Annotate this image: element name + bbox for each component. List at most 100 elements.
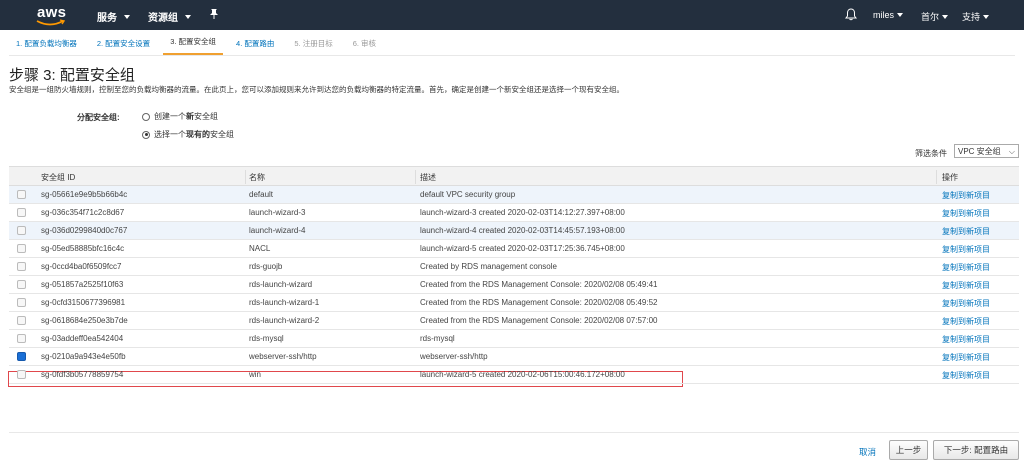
cell-name: default (249, 190, 274, 199)
cell-description: launch-wizard-5 created 2020-02-06T15:00… (420, 370, 625, 379)
radio-create-new-bold: 新 (186, 112, 194, 121)
table-row[interactable]: sg-051857a2525f10f63 rds-launch-wizard Cre… (9, 276, 1019, 294)
radio-create-new[interactable]: 创建一个新安全组 (142, 111, 218, 122)
radio-select-existing-prefix: 选择一个 (154, 130, 186, 139)
radio-select-existing-label: 选择一个现有的安全组 (154, 129, 234, 140)
aws-logo[interactable]: aws (34, 3, 74, 27)
table-row[interactable]: sg-0fdf3b05778859754 win launch-wizard-5 c… (9, 366, 1019, 384)
cell-description: webserver-ssh/http (420, 352, 488, 361)
column-divider (245, 170, 246, 184)
radio-select-existing-bold: 现有的 (186, 130, 210, 139)
cell-security-group-id: sg-03addeff0ea542404 (41, 334, 124, 343)
page-description: 安全组是一组防火墙规则，控制至您的负载均衡器的流量。在此页上，您可以添加规则来允… (9, 85, 624, 94)
copy-to-new-link[interactable]: 复制到新项目 (942, 244, 990, 255)
radio-select-existing-suffix: 安全组 (210, 130, 234, 139)
cell-name: launch-wizard-4 (249, 226, 306, 235)
next-configure-routing-button[interactable]: 下一步: 配置路由 (933, 440, 1019, 460)
previous-button[interactable]: 上一步 (889, 440, 928, 460)
row-checkbox[interactable] (17, 208, 26, 217)
region-menu-label: 首尔 (921, 12, 940, 22)
table-body: sg-05661e9e9b5b66b4c default default VPC s… (8, 186, 1019, 387)
row-checkbox[interactable] (17, 226, 26, 235)
cell-description: Created from the RDS Management Console:… (420, 316, 658, 325)
row-checkbox[interactable] (17, 370, 26, 379)
cell-description: rds-mysql (420, 334, 455, 343)
column-header-description[interactable]: 描述 (420, 172, 436, 183)
footer-divider (9, 432, 1019, 433)
services-menu-label: 服务 (97, 13, 117, 24)
table-row[interactable]: sg-0cfd3150677396981 rds-launch-wizard-1 C… (9, 294, 1019, 312)
copy-to-new-link[interactable]: 复制到新项目 (942, 316, 990, 327)
table-row[interactable]: sg-0ccd4ba0f6509fcc7 rds-guojb Created by … (9, 258, 1019, 276)
cell-security-group-id: sg-0ccd4ba0f6509fcc7 (41, 262, 122, 271)
pin-icon (210, 9, 218, 19)
pin-button[interactable] (209, 8, 219, 20)
user-menu[interactable]: miles (873, 10, 904, 20)
column-header-actions: 操作 (942, 173, 958, 182)
row-checkbox[interactable] (17, 352, 26, 361)
region-menu[interactable]: 首尔 (921, 10, 949, 23)
copy-to-new-link[interactable]: 复制到新项目 (942, 262, 990, 273)
step-configure-security-settings[interactable]: 2. 配置安全设置 (90, 34, 157, 55)
filter-label: 筛选条件 (915, 149, 947, 158)
table-row[interactable]: sg-0618684e250e3b7de rds-launch-wizard-2 C… (9, 312, 1019, 330)
step-configure-load-balancer[interactable]: 1. 配置负载均衡器 (9, 34, 84, 55)
radio-button-selected[interactable] (142, 130, 150, 139)
table-row[interactable]: sg-05ed58885bfc16c4c NACL launch-wizard-5 … (9, 240, 1019, 258)
wizard-steps: 1. 配置负载均衡器 2. 配置安全设置 3. 配置安全组 4. 配置路由 5.… (9, 34, 1015, 56)
chevron-down-icon: ⌵ (1008, 147, 1015, 156)
row-checkbox[interactable] (17, 190, 26, 199)
radio-select-existing[interactable]: 选择一个现有的安全组 (142, 129, 234, 140)
cell-security-group-id: sg-051857a2525f10f63 (41, 280, 124, 289)
copy-to-new-link[interactable]: 复制到新项目 (942, 352, 990, 363)
row-checkbox[interactable] (17, 244, 26, 253)
cell-name: win (249, 370, 262, 379)
table-row[interactable]: sg-036d0299840d0c767 launch-wizard-4 launc… (9, 222, 1019, 240)
cell-description: Created from the RDS Management Console:… (420, 298, 658, 307)
column-header-id[interactable]: 安全组 ID (41, 172, 75, 183)
chevron-down-icon (897, 13, 904, 17)
cell-name: webserver-ssh/http (249, 352, 317, 361)
cell-security-group-id: sg-036c354f71c2c8d67 (41, 208, 125, 217)
copy-to-new-link[interactable]: 复制到新项目 (942, 370, 990, 381)
cell-security-group-id: sg-0fdf3b05778859754 (41, 370, 124, 379)
radio-button[interactable] (142, 112, 150, 121)
cell-name: rds-launch-wizard (249, 280, 313, 289)
filter-select[interactable]: VPC 安全组 ⌵ (954, 144, 1019, 158)
step-configure-routing[interactable]: 4. 配置路由 (229, 34, 281, 55)
cell-security-group-id: sg-05ed58885bfc16c4c (41, 244, 125, 253)
copy-to-new-link[interactable]: 复制到新项目 (942, 226, 990, 237)
row-checkbox[interactable] (17, 280, 26, 289)
table-row[interactable]: sg-0210a9a943e4e50fb webserver-ssh/http we… (9, 348, 1019, 366)
cell-description: launch-wizard-5 created 2020-02-03T17:25… (420, 244, 625, 253)
services-menu[interactable]: 服务 (97, 9, 130, 24)
row-checkbox[interactable] (17, 334, 26, 343)
table-row[interactable]: sg-03addeff0ea542404 rds-mysql rds-mysql 复制… (9, 330, 1019, 348)
cell-security-group-id: sg-0210a9a943e4e50fb (41, 352, 126, 361)
resource-groups-menu-label: 资源组 (148, 13, 178, 24)
row-checkbox[interactable] (17, 262, 26, 271)
column-header-name[interactable]: 名称 (249, 172, 265, 183)
cell-security-group-id: sg-05661e9e9b5b66b4c (41, 190, 128, 199)
row-checkbox[interactable] (17, 316, 26, 325)
cell-security-group-id: sg-0cfd3150677396981 (41, 298, 126, 307)
support-menu-label: 支持 (962, 12, 981, 22)
table-row[interactable]: sg-05661e9e9b5b66b4c default default VPC s… (9, 186, 1019, 204)
support-menu[interactable]: 支持 (962, 10, 990, 23)
chevron-down-icon (124, 14, 130, 19)
copy-to-new-link[interactable]: 复制到新项目 (942, 190, 990, 201)
resource-groups-menu[interactable]: 资源组 (148, 9, 191, 24)
copy-to-new-link[interactable]: 复制到新项目 (942, 280, 990, 291)
cell-description: launch-wizard-3 created 2020-02-03T14:12… (420, 208, 625, 217)
copy-to-new-link[interactable]: 复制到新项目 (942, 334, 990, 345)
copy-to-new-link[interactable]: 复制到新项目 (942, 208, 990, 219)
aws-smile-icon (36, 19, 66, 26)
table-row[interactable]: sg-036c354f71c2c8d67 launch-wizard-3 launc… (9, 204, 1019, 222)
copy-to-new-link[interactable]: 复制到新项目 (942, 298, 990, 309)
bell-icon[interactable] (845, 8, 857, 21)
row-checkbox[interactable] (17, 298, 26, 307)
cell-name: rds-launch-wizard-1 (249, 298, 320, 307)
cancel-link[interactable]: 取消 (859, 446, 876, 458)
step-review: 6. 审核 (352, 39, 377, 48)
step-configure-security-groups[interactable]: 3. 配置安全组 (163, 32, 224, 55)
